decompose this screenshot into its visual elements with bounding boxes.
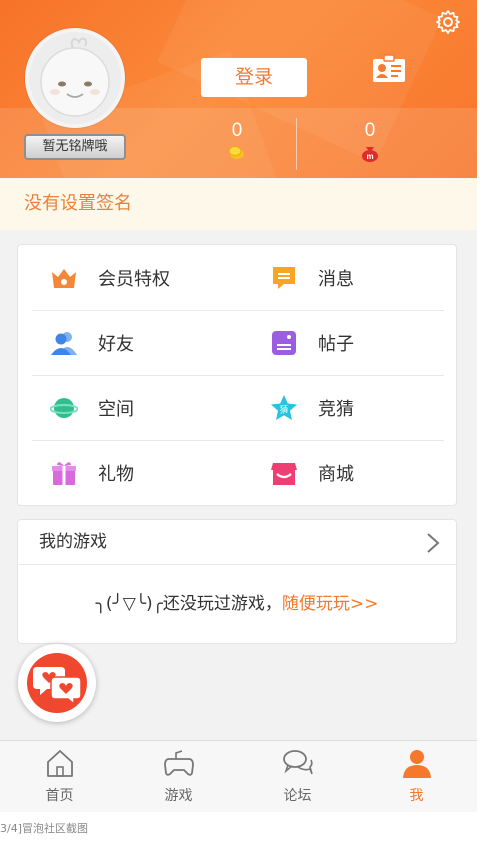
tab-games[interactable]: 游戏 (119, 741, 238, 812)
menu-item-vip[interactable]: 会员特权 (18, 245, 228, 310)
menu-item-label: 空间 (98, 398, 134, 420)
message-icon (273, 266, 295, 289)
menu-item-label: 帖子 (318, 333, 354, 355)
menu-item-messages[interactable]: 消息 (238, 245, 448, 310)
guess-star-icon: 猜 (271, 394, 297, 420)
my-games-header[interactable]: 我的游戏 (18, 520, 456, 565)
menu-item-label: 好友 (98, 333, 134, 355)
games-empty-text: ╮(╯▽╰)╭还没玩过游戏， (95, 594, 282, 614)
tab-me[interactable]: 我 (357, 741, 476, 812)
menu-item-label: 消息 (318, 268, 354, 290)
signature-bar[interactable]: 没有设置签名 (0, 178, 477, 230)
friends-icon (51, 331, 77, 355)
coin-icon (228, 146, 244, 159)
gear-icon[interactable] (435, 9, 461, 35)
crown-icon (52, 268, 76, 288)
menu-item-label: 会员特权 (98, 268, 170, 290)
menu-item-label: 礼物 (98, 463, 134, 485)
coin-count: 0 (231, 120, 243, 141)
money-count: 0 (364, 120, 376, 141)
chat-float-button[interactable] (18, 644, 96, 722)
menu-item-space[interactable]: 空间 (18, 375, 228, 440)
login-button[interactable]: 登录 (201, 58, 307, 97)
image-caption: 3/4]冒泡社区截图 (0, 822, 88, 835)
post-icon (272, 330, 296, 355)
menu-item-gifts[interactable]: 礼物 (18, 440, 228, 505)
coin-stat[interactable]: 0 (207, 120, 267, 160)
feature-menu: 会员特权 消息 好友 帖子 空间 猜 竞猜 礼物 商城 (17, 244, 457, 506)
money-bag-icon: m (362, 147, 378, 162)
tab-home[interactable]: 首页 (0, 741, 119, 812)
my-games-title: 我的游戏 (39, 532, 107, 552)
gamepad-icon (164, 750, 194, 776)
tab-label: 首页 (45, 788, 74, 804)
planet-icon (50, 397, 78, 418)
baby-face-icon (40, 37, 110, 117)
guess-icon-text: 猜 (280, 404, 289, 415)
menu-item-shop[interactable]: 商城 (238, 440, 448, 505)
heart-chat-icon (33, 667, 82, 706)
shop-icon (271, 462, 297, 485)
menu-item-guess[interactable]: 猜 竞猜 (238, 375, 448, 440)
tab-label: 游戏 (164, 788, 193, 804)
tab-label: 我 (409, 788, 424, 804)
stats-divider (296, 118, 297, 170)
games-empty-state: ╮(╯▽╰)╭还没玩过游戏，随便玩玩>> (18, 565, 456, 643)
svg-text:m: m (366, 152, 373, 161)
profile-header: 暂无铭牌哦 登录 0 0 m (0, 0, 477, 178)
tab-forum[interactable]: 论坛 (238, 741, 357, 812)
menu-item-label: 商城 (318, 463, 354, 485)
home-icon (47, 750, 73, 777)
nameplate-badge: 暂无铭牌哦 (24, 134, 126, 160)
app-screen: 暂无铭牌哦 登录 0 0 m 没有设置签名 会员特权 消息 好友 帖子 空间 猜… (0, 0, 477, 812)
tab-label: 论坛 (283, 788, 312, 804)
person-icon (403, 750, 431, 778)
chat-bubbles-icon (283, 750, 313, 775)
avatar[interactable] (25, 28, 125, 128)
gift-icon (52, 461, 76, 485)
money-stat[interactable]: 0 m (340, 120, 400, 162)
menu-item-label: 竞猜 (318, 398, 354, 420)
play-random-link[interactable]: 随便玩玩>> (282, 594, 379, 614)
menu-item-friends[interactable]: 好友 (18, 310, 228, 375)
chevron-right-icon[interactable] (426, 532, 440, 554)
menu-item-posts[interactable]: 帖子 (238, 310, 448, 375)
my-games-card: 我的游戏 ╮(╯▽╰)╭还没玩过游戏，随便玩玩>> (17, 519, 457, 644)
id-card-icon[interactable] (371, 53, 407, 85)
bottom-tab-bar: 首页 游戏 论坛 我 (0, 740, 477, 812)
